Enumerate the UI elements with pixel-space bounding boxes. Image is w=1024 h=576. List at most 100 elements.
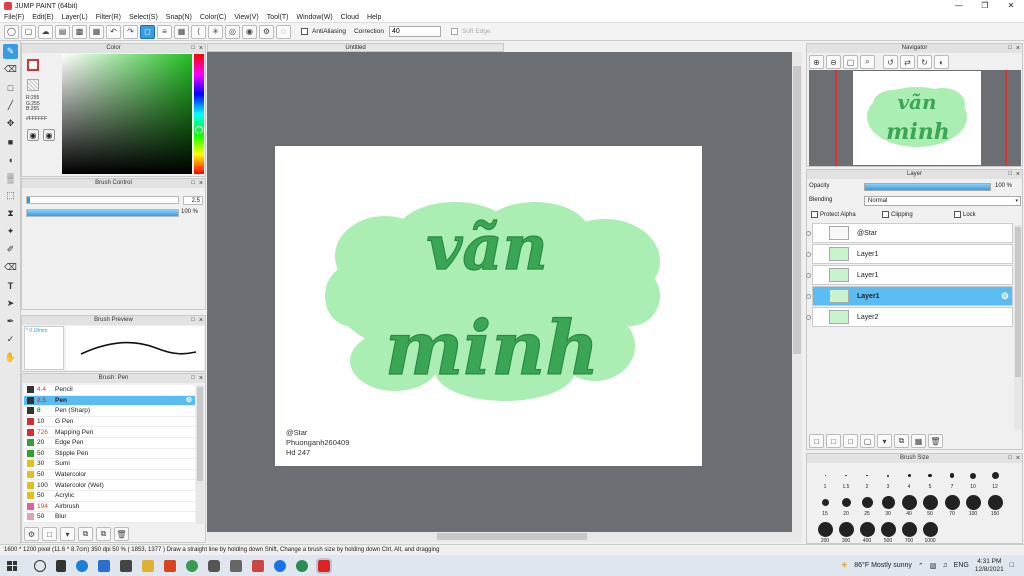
brush-list-item[interactable]: 2.5 Pen ⚙ bbox=[24, 395, 195, 407]
bucket-tool-icon[interactable]: ◖ bbox=[3, 152, 18, 167]
brush-size-option[interactable]: 50 bbox=[920, 494, 940, 520]
duplicate-brush-icon[interactable]: ⧉ bbox=[96, 527, 111, 541]
layer-row[interactable]: Layer1 bbox=[806, 244, 1013, 264]
brush-settings-icon[interactable]: ⚙ bbox=[24, 527, 39, 541]
visibility-eye-icon[interactable] bbox=[806, 272, 811, 278]
notification-icon[interactable]: □ bbox=[1010, 562, 1014, 569]
menu-view[interactable]: View(V) bbox=[230, 14, 262, 21]
lasso-tool-icon[interactable]: ⧗ bbox=[3, 206, 18, 221]
color-picker-icon[interactable]: ◉ bbox=[43, 129, 55, 141]
copy-brush-icon[interactable]: ⧉ bbox=[78, 527, 93, 541]
cloud-open-icon[interactable]: ☁ bbox=[38, 24, 53, 39]
eyedropper-tool-icon[interactable]: ✓ bbox=[3, 332, 18, 347]
volume-icon[interactable]: ♫ bbox=[942, 562, 947, 569]
brush-list-item[interactable]: 50 Blur bbox=[24, 512, 195, 523]
transparent-color-swatch[interactable] bbox=[27, 79, 39, 91]
camera-icon[interactable] bbox=[230, 559, 242, 572]
brush-size-option[interactable]: 1.5 bbox=[836, 467, 856, 493]
protect-alpha-option[interactable]: Protect Alpha bbox=[811, 211, 856, 218]
brush-list-item[interactable]: 20 Edge Pen bbox=[24, 437, 195, 449]
saturation-value-picker[interactable] bbox=[62, 54, 192, 174]
brush-size-slider[interactable] bbox=[26, 196, 179, 204]
brush-list-item[interactable]: 194 Airbrush bbox=[24, 501, 195, 513]
zoom-fit-icon[interactable]: ▢ bbox=[843, 55, 858, 69]
brush-list-item[interactable]: 50 Stipple Pen bbox=[24, 448, 195, 460]
chrome-icon[interactable] bbox=[186, 559, 198, 572]
flip-icon[interactable]: ⇄ bbox=[900, 55, 915, 69]
windows-start-icon[interactable] bbox=[7, 560, 17, 571]
lock-option[interactable]: Lock bbox=[954, 211, 976, 218]
brush-list-item[interactable]: 50 Acrylic bbox=[24, 490, 195, 502]
layer-icon[interactable]: ▢ bbox=[21, 24, 36, 39]
brush-size-option[interactable]: 4 bbox=[899, 467, 919, 493]
select-eraser-tool-icon[interactable]: ⌫ bbox=[3, 260, 18, 275]
network-icon[interactable]: ▧ bbox=[930, 562, 937, 570]
brush-list-item[interactable]: 10 G Pen bbox=[24, 416, 195, 428]
brush-list-item[interactable]: 726 Mapping Pen bbox=[24, 427, 195, 438]
snap-settings-icon[interactable]: ⚙ bbox=[259, 24, 274, 39]
brush-size-option[interactable]: 100 bbox=[963, 494, 983, 520]
foreground-color-swatch[interactable] bbox=[27, 59, 39, 71]
browser-icon[interactable] bbox=[296, 559, 308, 572]
menu-filter[interactable]: Filter(R) bbox=[92, 14, 125, 21]
brush-list-scrollbar[interactable] bbox=[196, 385, 204, 524]
brush-menu-icon[interactable]: ▾ bbox=[60, 527, 75, 541]
brush-size-option[interactable]: 3 bbox=[878, 467, 898, 493]
select-rect-tool-icon[interactable]: ⬚ bbox=[3, 188, 18, 203]
snap-cross-icon[interactable]: ▦ bbox=[174, 24, 189, 39]
close-icon[interactable]: ✕ bbox=[998, 0, 1024, 12]
office-icon[interactable] bbox=[98, 559, 110, 572]
layer-menu-icon[interactable]: ▾ bbox=[877, 434, 892, 448]
visibility-eye-icon[interactable] bbox=[806, 251, 811, 257]
blending-select[interactable]: Normal ▾ bbox=[864, 196, 1021, 206]
menu-color[interactable]: Color(C) bbox=[196, 14, 230, 21]
zoom-icon[interactable] bbox=[274, 559, 286, 572]
close-icon[interactable]: × bbox=[1016, 170, 1020, 179]
snap-extra-icon[interactable]: ◌ bbox=[276, 24, 291, 39]
gear-icon[interactable]: ⚙ bbox=[186, 396, 192, 404]
fill-rect-tool-icon[interactable]: ■ bbox=[3, 134, 18, 149]
gradient-tool-icon[interactable]: ▒ bbox=[3, 170, 18, 185]
new-icon[interactable]: ◯ bbox=[4, 24, 19, 39]
brush-size-option[interactable]: 1 bbox=[815, 467, 835, 493]
reset-rotation-icon[interactable]: ◐ bbox=[934, 55, 949, 69]
editor-icon[interactable] bbox=[252, 559, 264, 572]
float-icon[interactable]: □ bbox=[1008, 454, 1012, 463]
store-icon[interactable] bbox=[120, 559, 132, 572]
layer-row[interactable]: Layer1 ⚙ bbox=[806, 286, 1013, 306]
zoom-in-icon[interactable]: ⊕ bbox=[809, 55, 824, 69]
close-icon[interactable]: × bbox=[199, 316, 203, 325]
soft-edge-checkbox[interactable] bbox=[450, 28, 458, 35]
brush-size-option[interactable]: 12 bbox=[985, 467, 1005, 493]
tray-chevron-icon[interactable]: ⌃ bbox=[918, 562, 924, 570]
brush-size-option[interactable]: 40 bbox=[899, 494, 919, 520]
float-icon[interactable]: □ bbox=[191, 316, 195, 325]
brush-list-item[interactable]: 8 Pen (Sharp) bbox=[24, 406, 195, 417]
menu-edit[interactable]: Edit(E) bbox=[28, 14, 57, 21]
brush-list-item[interactable]: 30 Sumi bbox=[24, 459, 195, 470]
brush-opacity-slider[interactable] bbox=[26, 209, 179, 217]
palette-icon[interactable]: ◉ bbox=[27, 129, 39, 141]
line-tool-icon[interactable]: ╱ bbox=[3, 98, 18, 113]
snipping-icon[interactable] bbox=[208, 559, 220, 572]
snap-curve-icon[interactable]: ◉ bbox=[242, 24, 257, 39]
clipping-option[interactable]: Clipping bbox=[882, 211, 913, 218]
visibility-eye-icon[interactable] bbox=[806, 293, 811, 299]
minimize-icon[interactable]: — bbox=[946, 0, 972, 12]
new-folder-icon[interactable]: ▢ bbox=[860, 434, 875, 448]
save-icon[interactable]: ▦ bbox=[89, 24, 104, 39]
print-icon[interactable]: ▩ bbox=[72, 24, 87, 39]
redo-icon[interactable]: ↷ bbox=[123, 24, 138, 39]
brush-size-option[interactable]: 30 bbox=[878, 494, 898, 520]
undo-icon[interactable]: ↶ bbox=[106, 24, 121, 39]
layer-row[interactable]: Layer2 bbox=[806, 307, 1013, 327]
snap-off-icon[interactable]: ◻ bbox=[140, 24, 155, 39]
jump-paint-taskbar-icon[interactable] bbox=[316, 557, 332, 574]
rectangle-tool-icon[interactable]: □ bbox=[3, 80, 18, 95]
brush-size-option[interactable]: 20 bbox=[836, 494, 856, 520]
edge-browser-icon[interactable] bbox=[76, 559, 88, 572]
hue-handle[interactable] bbox=[195, 126, 203, 134]
new-halftone-layer-icon[interactable]: □ bbox=[843, 434, 858, 448]
move-tool-icon[interactable]: ✥ bbox=[3, 116, 18, 131]
office-app-icon[interactable] bbox=[164, 559, 176, 572]
